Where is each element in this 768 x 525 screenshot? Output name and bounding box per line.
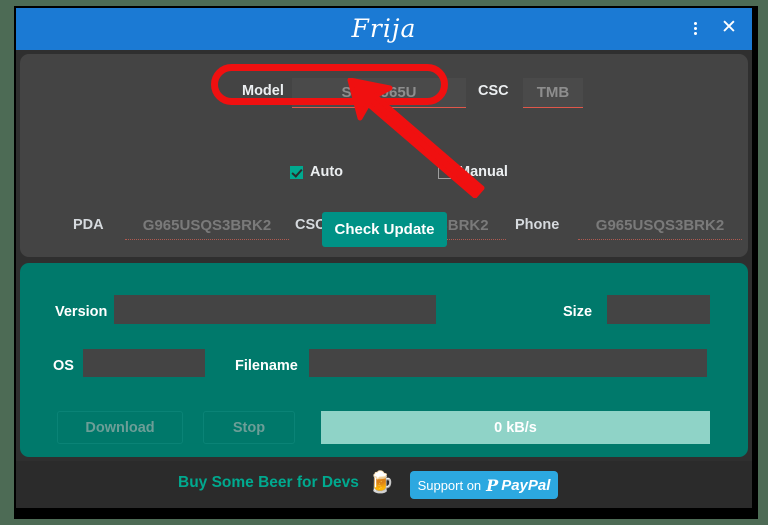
kebab-dot bbox=[693, 32, 697, 35]
phone-label: Phone bbox=[515, 217, 560, 233]
phone-input[interactable] bbox=[578, 212, 742, 240]
check-update-button[interactable]: Check Update bbox=[322, 212, 447, 247]
footer-bar: Buy Some Beer for Devs 🍺 Support on P Pa… bbox=[16, 461, 752, 508]
download-panel: Version Size OS Filename Download Stop 0… bbox=[20, 263, 748, 457]
model-label: Model bbox=[242, 83, 284, 99]
version-label: Version bbox=[55, 304, 108, 320]
stop-button[interactable]: Stop bbox=[203, 411, 295, 444]
pda-label: PDA bbox=[73, 217, 104, 233]
mode-selection-row: Auto Manual bbox=[20, 164, 748, 186]
auto-mode-label: Auto bbox=[310, 164, 344, 180]
close-icon[interactable]: ✕ bbox=[716, 16, 742, 42]
app-title: Frija bbox=[351, 14, 417, 43]
paypal-support-label: Support on bbox=[417, 477, 482, 493]
size-label: Size bbox=[563, 304, 593, 320]
pda-input[interactable] bbox=[125, 212, 289, 240]
checkbox-unchecked-icon bbox=[438, 165, 451, 179]
manual-mode-checkbox[interactable]: Manual bbox=[438, 164, 508, 180]
model-row: Model CSC bbox=[20, 78, 748, 108]
csc-input[interactable] bbox=[523, 78, 583, 108]
checkbox-checked-icon bbox=[290, 165, 303, 179]
paypal-support-button[interactable]: Support on P PayPal bbox=[410, 471, 558, 499]
manual-mode-label: Manual bbox=[458, 164, 508, 180]
kebab-menu-icon[interactable] bbox=[682, 16, 708, 42]
filename-label: Filename bbox=[235, 358, 298, 374]
model-input[interactable] bbox=[292, 78, 466, 108]
csc-label: CSC bbox=[478, 83, 509, 99]
beer-mug-icon: 🍺 bbox=[368, 471, 395, 494]
os-label: OS bbox=[53, 358, 74, 374]
buy-beer-link[interactable]: Buy Some Beer for Devs bbox=[178, 474, 359, 492]
paypal-brand-label: PayPal bbox=[501, 476, 551, 494]
paypal-glyph-icon: P bbox=[486, 475, 499, 495]
os-input[interactable] bbox=[83, 349, 205, 377]
kebab-dot bbox=[693, 22, 697, 25]
title-bar: Frija ✕ bbox=[16, 8, 752, 50]
screenshot-root: Frija ✕ Model CSC Auto bbox=[0, 0, 768, 525]
download-speed-text: 0 kB/s bbox=[494, 419, 537, 436]
kebab-dot bbox=[693, 27, 697, 30]
auto-mode-checkbox[interactable]: Auto bbox=[290, 164, 343, 180]
size-input[interactable] bbox=[607, 295, 710, 324]
model-input-panel: Model CSC Auto Manual PDA CSC bbox=[20, 54, 748, 257]
paypal-logo: P PayPal bbox=[486, 476, 550, 495]
download-button[interactable]: Download bbox=[57, 411, 183, 444]
frija-application-window: Frija ✕ Model CSC Auto bbox=[16, 8, 752, 508]
download-progress-bar: 0 kB/s bbox=[321, 411, 710, 444]
version-input[interactable] bbox=[114, 295, 436, 324]
filename-input[interactable] bbox=[309, 349, 707, 377]
